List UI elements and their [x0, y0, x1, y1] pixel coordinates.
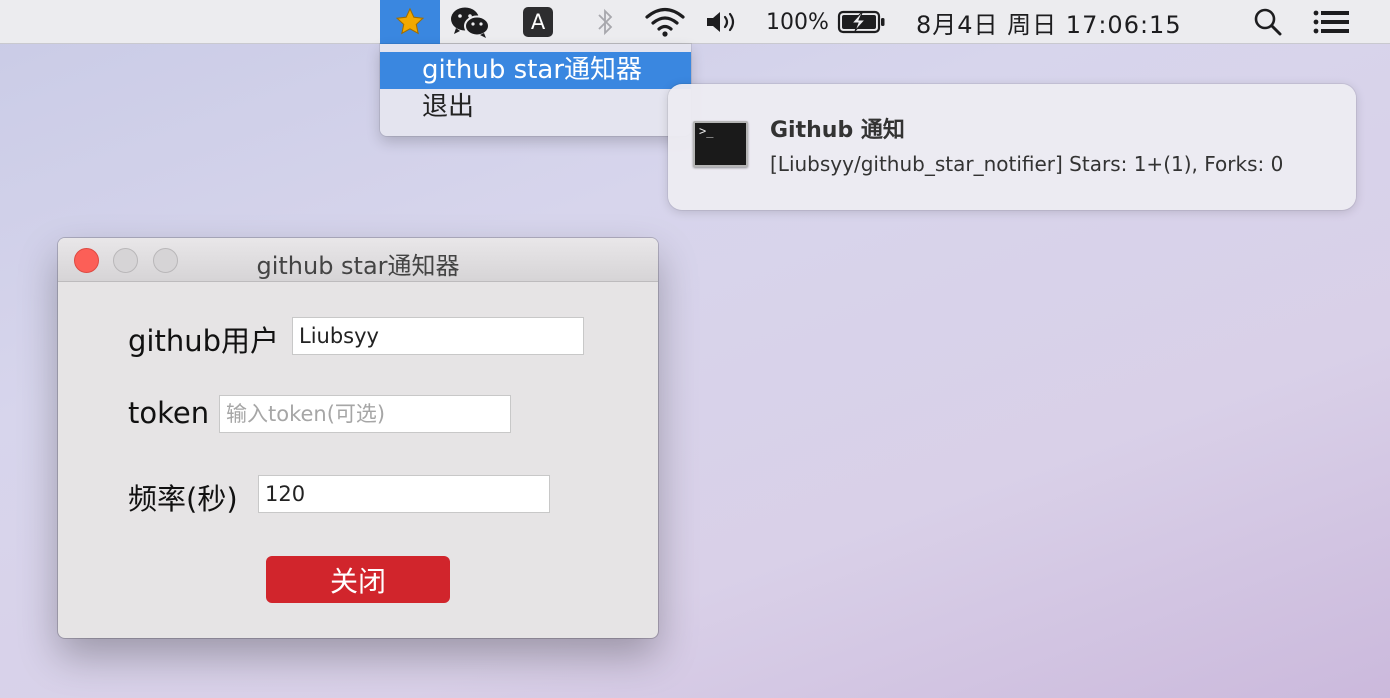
token-label: token: [128, 396, 210, 430]
menubar-clock[interactable]: 8月4日 周日 17:06:15: [916, 0, 1182, 44]
wifi-menu-item[interactable]: [643, 0, 687, 44]
notification-title: Github 通知: [770, 118, 905, 143]
volume-icon: [707, 12, 735, 32]
frequency-label: 频率(秒): [128, 482, 238, 516]
notifier-window: github star通知器 github用户 token 频率(秒) 关闭: [58, 238, 658, 638]
token-input[interactable]: [219, 395, 511, 433]
bluetooth-menu-item[interactable]: [590, 0, 620, 44]
github-user-label: github用户: [128, 324, 280, 358]
wifi-icon: [645, 7, 685, 37]
github-user-input[interactable]: [292, 317, 584, 355]
input-source-menu-item[interactable]: A: [520, 0, 556, 44]
window-titlebar[interactable]: github star通知器: [58, 238, 658, 282]
window-title: github star通知器: [256, 252, 460, 280]
star-icon: [395, 7, 425, 35]
battery-percent[interactable]: 100%: [766, 0, 829, 44]
list-icon: [1313, 10, 1349, 34]
bluetooth-icon: [598, 8, 613, 36]
menu-item-quit[interactable]: 退出: [380, 89, 691, 126]
notification-center-menu-item[interactable]: [1310, 0, 1354, 44]
close-button[interactable]: 关闭: [266, 556, 450, 603]
battery-menu-item[interactable]: [836, 0, 888, 44]
volume-menu-item[interactable]: [703, 0, 743, 44]
star-notifier-menu-item[interactable]: [380, 0, 440, 44]
wechat-menu-item[interactable]: [446, 0, 494, 44]
input-source-icon: A: [523, 7, 553, 37]
star-notifier-dropdown-menu: github star通知器 退出: [380, 44, 691, 136]
terminal-icon: >_: [693, 121, 748, 167]
notification-banner[interactable]: >_ Github 通知 [Liubsyy/github_star_notifi…: [668, 84, 1356, 210]
terminal-prompt: >_: [699, 124, 714, 138]
notification-body: [Liubsyy/github_star_notifier] Stars: 1+…: [770, 152, 1284, 176]
battery-charging-icon: [837, 10, 885, 34]
menu-bar: A 100% 8月4日 周日 17:06:15: [0, 0, 1390, 44]
spotlight-menu-item[interactable]: [1250, 0, 1286, 44]
frequency-input[interactable]: [258, 475, 550, 513]
menu-item-open-notifier[interactable]: github star通知器: [380, 52, 691, 89]
search-icon: [1254, 8, 1282, 36]
wechat-icon: [451, 7, 490, 38]
